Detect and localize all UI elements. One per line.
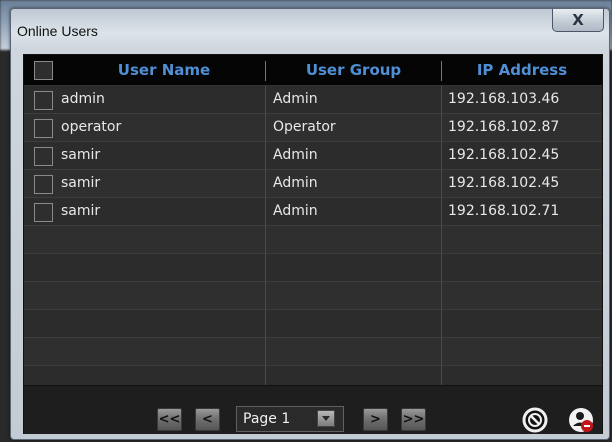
double-chevron-left-icon: << xyxy=(158,412,181,427)
ip-address-cell: 192.168.103.46 xyxy=(448,91,560,107)
row-checkbox[interactable] xyxy=(34,119,53,138)
user-name-cell: samir xyxy=(61,147,101,163)
disable-user-button[interactable] xyxy=(522,407,548,433)
column-divider xyxy=(441,86,442,385)
next-page-button[interactable]: > xyxy=(363,408,388,431)
user-group-cell: Admin xyxy=(273,203,318,219)
online-users-dialog: Online Users X User Name User Group IP A… xyxy=(10,8,610,440)
empty-table-row xyxy=(24,310,602,338)
table-row[interactable]: admin Admin 192.168.103.46 xyxy=(24,86,602,114)
row-checkbox[interactable] xyxy=(34,175,53,194)
ip-address-cell: 192.168.102.71 xyxy=(448,203,560,219)
table-row[interactable]: samir Admin 192.168.102.45 xyxy=(24,170,602,198)
select-all-checkbox[interactable] xyxy=(34,61,53,80)
row-checkbox[interactable] xyxy=(34,147,53,166)
double-chevron-right-icon: >> xyxy=(402,412,425,427)
close-icon: X xyxy=(572,11,584,29)
column-divider xyxy=(265,86,266,385)
chevron-left-icon: < xyxy=(202,412,213,427)
empty-table-row xyxy=(24,366,602,385)
table-row[interactable]: operator Operator 192.168.102.87 xyxy=(24,114,602,142)
pagination-bar: << < Page 1 > >> xyxy=(24,385,602,434)
page-select-value: Page 1 xyxy=(243,411,291,427)
block-icon xyxy=(522,407,548,433)
column-header-ip-address[interactable]: IP Address xyxy=(442,55,602,85)
user-name-cell: samir xyxy=(61,175,101,191)
user-name-cell: admin xyxy=(61,91,105,107)
user-group-cell: Admin xyxy=(273,91,318,107)
empty-table-row xyxy=(24,226,602,254)
page-dropdown-button[interactable] xyxy=(317,410,335,427)
chevron-right-icon: > xyxy=(370,412,381,427)
last-page-button[interactable]: >> xyxy=(401,408,426,431)
table-body: admin Admin 192.168.103.46 operator Operator… xyxy=(24,86,602,385)
users-panel: User Name User Group IP Address admin Adm… xyxy=(23,54,603,434)
ip-address-cell: 192.168.102.45 xyxy=(448,175,560,191)
table-row[interactable]: samir Admin 192.168.102.45 xyxy=(24,142,602,170)
ip-address-cell: 192.168.102.45 xyxy=(448,147,560,163)
user-group-cell: Admin xyxy=(273,175,318,191)
user-name-cell: operator xyxy=(61,119,122,135)
previous-page-button[interactable]: < xyxy=(195,408,220,431)
page-select[interactable]: Page 1 xyxy=(236,406,344,432)
kick-user-button[interactable] xyxy=(568,407,594,433)
empty-table-row xyxy=(24,338,602,366)
first-page-button[interactable]: << xyxy=(157,408,182,431)
empty-table-row xyxy=(24,254,602,282)
ip-address-cell: 192.168.102.87 xyxy=(448,119,560,135)
user-remove-icon xyxy=(569,408,593,432)
row-checkbox[interactable] xyxy=(34,203,53,222)
empty-table-row xyxy=(24,282,602,310)
user-group-cell: Admin xyxy=(273,147,318,163)
users-table: User Name User Group IP Address admin Adm… xyxy=(24,55,602,385)
row-checkbox[interactable] xyxy=(34,91,53,110)
column-header-user-name[interactable]: User Name xyxy=(64,55,264,85)
user-name-cell: samir xyxy=(61,203,101,219)
user-group-cell: Operator xyxy=(273,119,336,135)
close-button[interactable]: X xyxy=(552,9,604,32)
table-row[interactable]: samir Admin 192.168.102.71 xyxy=(24,198,602,226)
dialog-title: Online Users xyxy=(17,23,98,39)
table-header: User Name User Group IP Address xyxy=(24,55,602,86)
column-header-user-group[interactable]: User Group xyxy=(266,55,441,85)
triangle-down-icon xyxy=(322,416,330,421)
